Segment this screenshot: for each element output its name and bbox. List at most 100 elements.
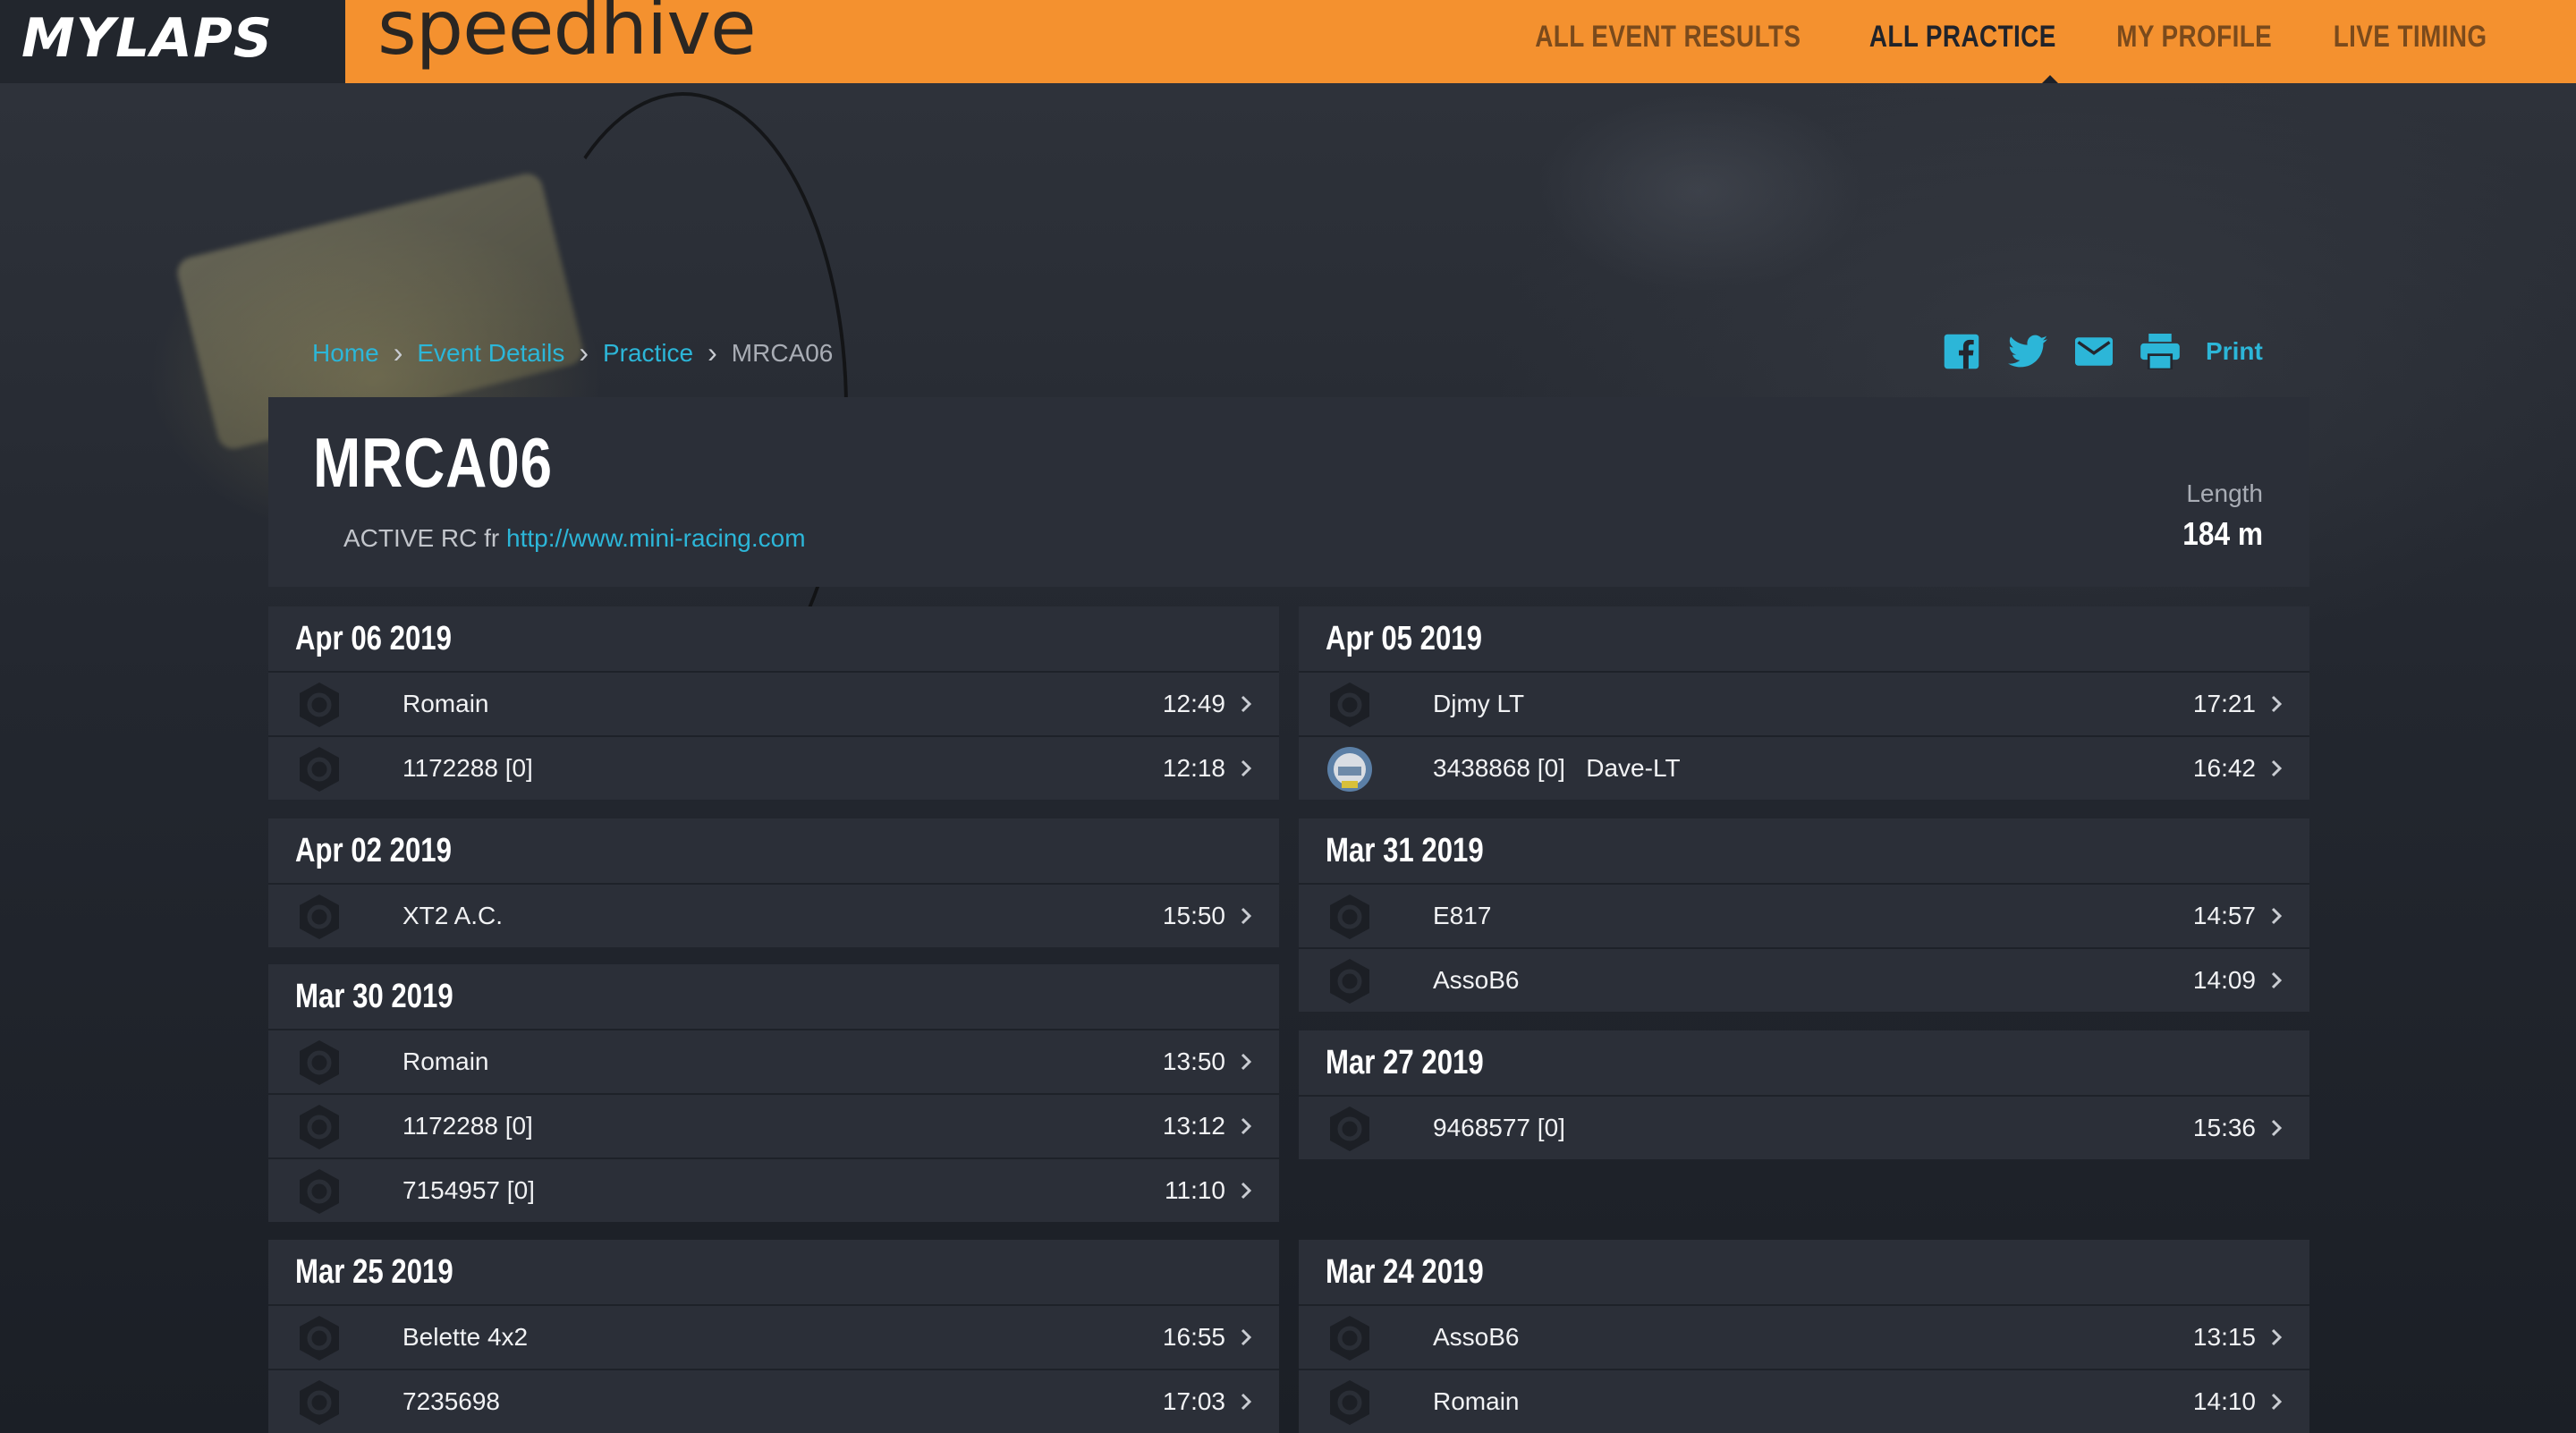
session-time: 16:55	[1162, 1323, 1225, 1351]
speedhive-logo[interactable]: speedhive	[377, 0, 757, 72]
chevron-right-icon	[2265, 969, 2288, 992]
nav-all-practice[interactable]: ALL PRACTICE	[1868, 20, 2055, 55]
session-driver: 7235698	[402, 1387, 501, 1415]
default-avatar-icon	[295, 1167, 343, 1216]
nav-all-event-results[interactable]: ALL EVENT RESULTS	[1535, 20, 1801, 55]
print-icon[interactable]	[2140, 331, 2181, 372]
nav-my-profile[interactable]: MY PROFILE	[2117, 20, 2273, 55]
session-row[interactable]: Djmy LT 17:21	[1299, 671, 2309, 735]
day-group: Mar 30 2019 Romain 13:50 1172288 [0] 13:12 71…	[268, 964, 1279, 1222]
session-time: 14:09	[2192, 966, 2256, 994]
session-row[interactable]: 7154957 [0] 11:10	[268, 1157, 1279, 1222]
chevron-right-icon	[2265, 757, 2288, 780]
day-group: Mar 31 2019 E817 14:57 AssoB6 14:09	[1299, 818, 2309, 1012]
nav-live-timing[interactable]: LIVE TIMING	[2333, 20, 2487, 55]
default-avatar-icon	[295, 893, 343, 941]
day-group: Mar 27 2019 9468577 [0] 15:36	[1299, 1030, 2309, 1159]
chevron-right-icon: ›	[579, 336, 589, 369]
session-time: 13:12	[1162, 1112, 1225, 1140]
session-row[interactable]: AssoB6 14:09	[1299, 947, 2309, 1012]
user-photo-avatar	[1326, 745, 1374, 793]
day-date: Apr 05 2019	[1326, 619, 1482, 657]
session-driver: Djmy LT	[1433, 690, 1525, 717]
session-time: 14:10	[2192, 1387, 2256, 1415]
length-value: 184 m	[2182, 515, 2263, 552]
day-header: Mar 31 2019	[1299, 818, 2309, 883]
chevron-right-icon	[2265, 692, 2288, 716]
default-avatar-icon	[1326, 1378, 1374, 1427]
day-header: Mar 30 2019	[268, 964, 1279, 1029]
session-driver: 7154957 [0]	[402, 1176, 535, 1204]
session-time: 16:42	[2192, 754, 2256, 782]
facebook-icon[interactable]	[1941, 331, 1982, 372]
default-avatar-icon	[1326, 1105, 1374, 1153]
mylaps-logo[interactable]: MYLAPS	[0, 0, 345, 83]
session-driver: Romain	[402, 690, 489, 717]
session-row[interactable]: 1172288 [0] 13:12	[268, 1093, 1279, 1157]
session-driver: Romain	[1433, 1387, 1520, 1415]
default-avatar-icon	[1326, 893, 1374, 941]
session-row[interactable]: 7235698 17:03	[268, 1369, 1279, 1433]
day-header: Apr 05 2019	[1299, 606, 2309, 671]
chevron-right-icon	[2265, 1390, 2288, 1413]
session-time: 17:03	[1162, 1387, 1225, 1415]
day-header: Apr 02 2019	[268, 818, 1279, 883]
default-avatar-icon	[295, 745, 343, 793]
club-website-link[interactable]: http://www.mini-racing.com	[506, 524, 806, 552]
day-date: Mar 31 2019	[1326, 831, 1484, 869]
session-driver: XT2 A.C.	[402, 902, 504, 929]
breadcrumb-current: MRCA06	[731, 338, 834, 367]
session-row[interactable]: AssoB6 13:15	[1299, 1304, 2309, 1369]
breadcrumb-home[interactable]: Home	[312, 339, 379, 368]
breadcrumb-event-details[interactable]: Event Details	[417, 339, 564, 368]
session-row[interactable]: Romain 12:49	[268, 671, 1279, 735]
session-time: 12:49	[1162, 690, 1225, 717]
chevron-right-icon	[1234, 757, 1258, 780]
day-date: Apr 06 2019	[295, 619, 452, 657]
nav-active-caret	[2042, 75, 2058, 83]
length-label: Length	[2186, 479, 2263, 507]
session-driver: 3438868 [0] Dave-LT	[1433, 754, 1681, 782]
session-time: 15:36	[2192, 1114, 2256, 1141]
breadcrumb-practice[interactable]: Practice	[603, 339, 693, 368]
session-driver: Romain	[402, 1047, 489, 1075]
session-time: 15:50	[1162, 902, 1225, 929]
day-group: Mar 24 2019 AssoB6 13:15 Romain 14:10	[1299, 1240, 2309, 1433]
day-group: Mar 25 2019 Belette 4x2 16:55 7235698 17:03	[268, 1240, 1279, 1433]
session-row[interactable]: 3438868 [0] Dave-LT 16:42	[1299, 735, 2309, 800]
day-header: Mar 25 2019	[268, 1240, 1279, 1304]
session-driver: 9468577 [0]	[1433, 1114, 1565, 1141]
default-avatar-icon	[1326, 681, 1374, 729]
session-row[interactable]: 1172288 [0] 12:18	[268, 735, 1279, 800]
session-row[interactable]: 9468577 [0] 15:36	[1299, 1095, 2309, 1159]
session-row[interactable]: E817 14:57	[1299, 883, 2309, 947]
mylaps-logo-text: MYLAPS	[21, 7, 274, 70]
session-row[interactable]: Romain 14:10	[1299, 1369, 2309, 1433]
top-bar: MYLAPS speedhive ALL EVENT RESULTS ALL P…	[0, 0, 2576, 83]
email-icon[interactable]	[2073, 331, 2114, 372]
session-time: 13:15	[2192, 1323, 2256, 1351]
session-time: 14:57	[2192, 902, 2256, 929]
print-link[interactable]: Print	[2206, 337, 2263, 366]
session-time: 13:50	[1162, 1047, 1225, 1075]
main-nav: ALL EVENT RESULTS ALL PRACTICE MY PROFIL…	[1477, 20, 2487, 55]
default-avatar-icon	[295, 1039, 343, 1087]
day-header: Mar 27 2019	[1299, 1030, 2309, 1095]
day-date: Mar 27 2019	[1326, 1043, 1484, 1081]
twitter-icon[interactable]	[2007, 331, 2048, 372]
chevron-right-icon	[2265, 904, 2288, 928]
session-row[interactable]: XT2 A.C. 15:50	[268, 883, 1279, 947]
default-avatar-icon	[295, 1103, 343, 1151]
chevron-right-icon: ›	[708, 336, 717, 369]
day-group: Apr 05 2019 Djmy LT 17:21 3438868 [0] Dave-…	[1299, 606, 2309, 800]
session-driver: 1172288 [0]	[402, 754, 533, 782]
session-time: 17:21	[2192, 690, 2256, 717]
day-group: Apr 06 2019 Romain 12:49 1172288 [0] 12:18	[268, 606, 1279, 800]
day-date: Mar 24 2019	[1326, 1252, 1484, 1291]
day-date: Apr 02 2019	[295, 831, 452, 869]
session-row[interactable]: Romain 13:50	[268, 1029, 1279, 1093]
day-header: Apr 06 2019	[268, 606, 1279, 671]
default-avatar-icon	[1326, 1314, 1374, 1362]
default-avatar-icon	[295, 681, 343, 729]
session-row[interactable]: Belette 4x2 16:55	[268, 1304, 1279, 1369]
